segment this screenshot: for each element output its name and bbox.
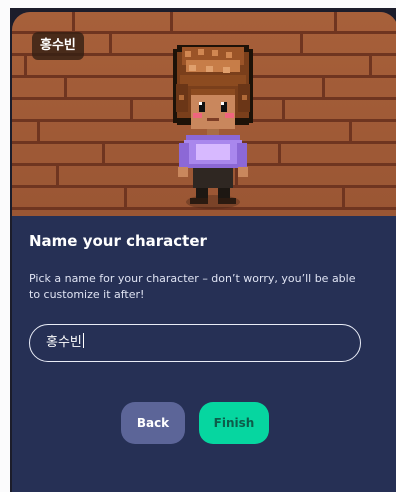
plank-joint xyxy=(102,144,105,163)
plank-joint xyxy=(282,100,285,119)
back-button[interactable]: Back xyxy=(121,402,185,444)
plank-joint xyxy=(170,12,173,31)
plank-joint xyxy=(37,122,40,141)
character-name-input[interactable]: 홍수빈 xyxy=(29,324,361,362)
plank-joint xyxy=(322,78,325,97)
plank-joint xyxy=(109,34,112,53)
plank-joint xyxy=(56,166,59,185)
character-name-tag: 홍수빈 xyxy=(32,32,84,60)
plank-joint xyxy=(300,34,303,53)
plank-joint xyxy=(124,188,127,207)
dialog-title: Name your character xyxy=(29,232,207,250)
plank-joint xyxy=(349,122,352,141)
finish-button[interactable]: Finish xyxy=(199,402,269,444)
plank-joint xyxy=(64,78,67,97)
plank-joint xyxy=(72,12,75,31)
plank-joint xyxy=(130,100,133,119)
character-name-value: 홍수빈 xyxy=(46,335,82,350)
plank-joint xyxy=(369,56,372,75)
plank-joint xyxy=(334,12,337,31)
plank-joint xyxy=(278,144,281,163)
text-caret xyxy=(82,333,84,348)
character-preview: 홍수빈 xyxy=(12,12,396,216)
character-avatar xyxy=(173,45,253,209)
plank-joint xyxy=(24,56,27,75)
dialog-description: Pick a name for your character – don’t w… xyxy=(29,272,356,301)
plank-joint xyxy=(342,188,345,207)
